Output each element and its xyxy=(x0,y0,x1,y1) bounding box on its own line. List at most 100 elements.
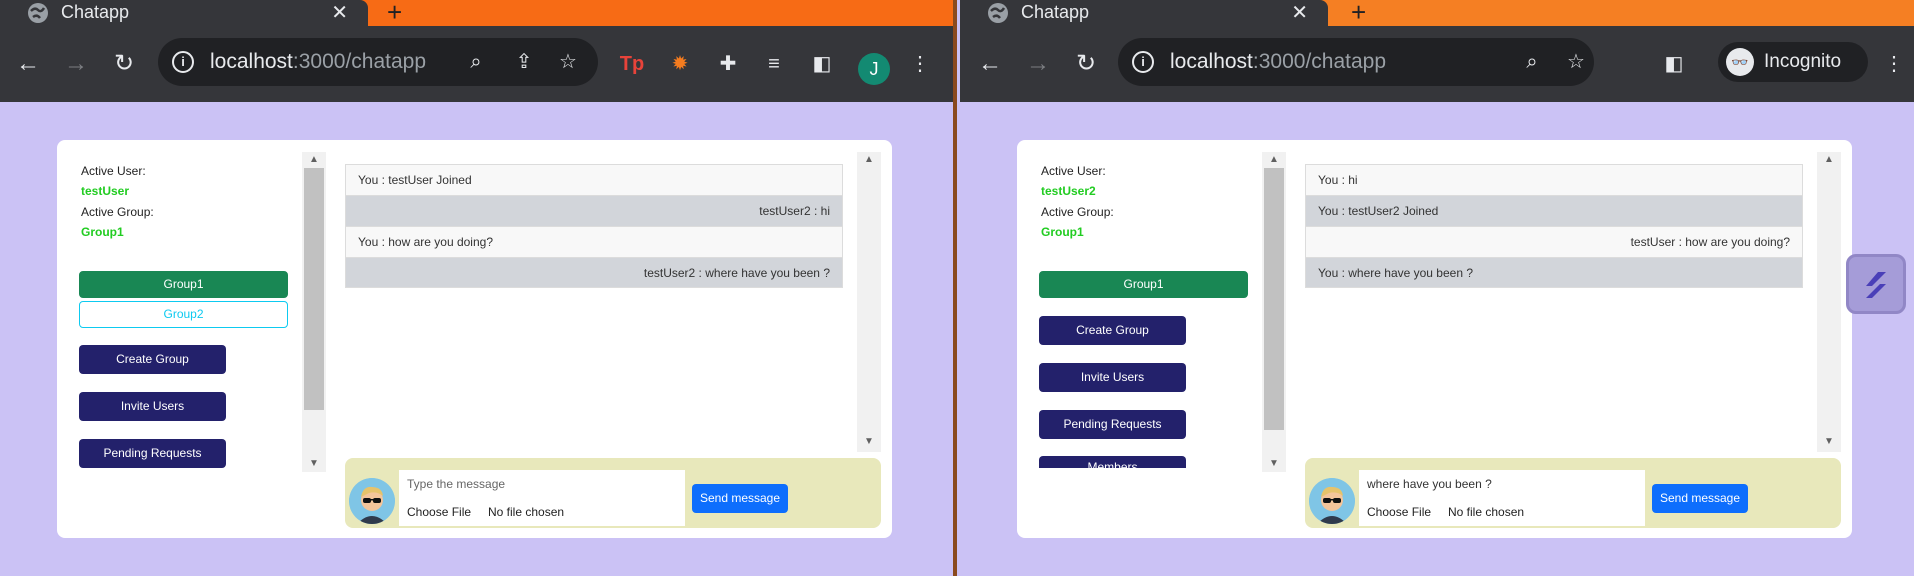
create-group-button[interactable]: Create Group xyxy=(79,345,226,374)
user-avatar xyxy=(1309,478,1355,524)
site-info-icon[interactable]: i xyxy=(1132,51,1154,73)
extension-tp-icon[interactable]: Tp xyxy=(618,50,646,78)
browser-window-left: Chatapp ✕ + ← → ↻ i localhost:3000/chata… xyxy=(0,0,955,576)
send-message-button[interactable]: Send message xyxy=(692,484,788,513)
close-tab-icon[interactable]: ✕ xyxy=(1291,0,1308,25)
send-message-button[interactable]: Send message xyxy=(1652,484,1748,513)
scroll-up-icon[interactable]: ▲ xyxy=(1817,154,1841,165)
new-tab-icon[interactable]: + xyxy=(387,0,402,25)
sidebar-scrollbar[interactable]: ▲ ▼ xyxy=(302,152,326,472)
file-status: No file chosen xyxy=(488,505,565,519)
browser-toolbar: ← → ↻ i localhost:3000/chatapp ⌕ ⇪ ☆ Tp … xyxy=(0,26,955,102)
side-panel-icon[interactable]: ◧ xyxy=(808,50,836,78)
pending-requests-button[interactable]: Pending Requests xyxy=(79,439,226,468)
tab-chatapp[interactable]: Chatapp ✕ xyxy=(0,0,368,26)
extension-logo-icon xyxy=(1866,272,1886,298)
sidebar-scrollbar[interactable]: ▲ ▼ xyxy=(1262,152,1286,472)
extension-orange-icon[interactable]: ✹ xyxy=(666,50,694,78)
file-status: No file chosen xyxy=(1448,505,1525,519)
active-user-label: Active User: xyxy=(81,164,146,178)
incognito-icon: 👓 xyxy=(1726,48,1754,76)
messages-scrollbar[interactable]: ▲ ▼ xyxy=(857,152,881,452)
reload-icon[interactable]: ↻ xyxy=(1072,50,1100,78)
message-item: You : testUser Joined xyxy=(345,164,843,195)
active-group-label: Active Group: xyxy=(1041,205,1114,219)
message-item: You : how are you doing? xyxy=(345,226,843,257)
file-input[interactable]: Choose File No file chosen xyxy=(1359,498,1645,526)
incognito-badge[interactable]: 👓 Incognito xyxy=(1718,42,1868,82)
address-url[interactable]: localhost:3000/chatapp xyxy=(1170,50,1386,74)
message-input[interactable] xyxy=(399,470,685,498)
tab-strip: Chatapp ✕ + xyxy=(960,0,1914,26)
forward-icon[interactable]: → xyxy=(1024,50,1052,78)
message-list: You : hi You : testUser2 Joined testUser… xyxy=(1305,164,1803,288)
zoom-icon[interactable]: ⌕ xyxy=(1520,50,1544,74)
back-icon[interactable]: ← xyxy=(976,50,1004,78)
group-button-group1[interactable]: Group1 xyxy=(79,271,288,298)
tab-chatapp[interactable]: Chatapp ✕ xyxy=(960,0,1328,26)
active-user-value: testUser xyxy=(81,184,130,198)
sidebar: Active User: testUser Active Group: Grou… xyxy=(69,152,288,480)
bookmark-star-icon[interactable]: ☆ xyxy=(556,50,580,74)
profile-avatar[interactable]: J xyxy=(858,53,890,85)
scroll-down-icon[interactable]: ▼ xyxy=(302,458,326,469)
site-info-icon[interactable]: i xyxy=(172,51,194,73)
scroll-up-icon[interactable]: ▲ xyxy=(857,154,881,165)
scroll-up-icon[interactable]: ▲ xyxy=(302,154,326,165)
sidebar: Active User: testUser2 Active Group: Gro… xyxy=(1029,152,1248,480)
more-menu-icon[interactable]: ⋮ xyxy=(1880,50,1908,78)
sidebar-clip: Members xyxy=(1029,448,1241,468)
forward-icon[interactable]: → xyxy=(62,50,90,78)
composer: Choose File No file chosen Send message xyxy=(345,458,881,528)
new-tab-icon[interactable]: + xyxy=(1351,0,1366,25)
side-panel-icon[interactable]: ◧ xyxy=(1660,50,1688,78)
tab-title: Chatapp xyxy=(61,2,130,22)
message-item: You : hi xyxy=(1305,164,1803,195)
scrollbar-thumb[interactable] xyxy=(304,168,324,410)
tab-title: Chatapp xyxy=(1021,2,1090,22)
reload-icon[interactable]: ↻ xyxy=(110,50,138,78)
share-icon[interactable]: ⇪ xyxy=(512,50,536,74)
more-menu-icon[interactable]: ⋮ xyxy=(906,50,934,78)
message-item: testUser2 : where have you been ? xyxy=(345,257,843,288)
message-input[interactable] xyxy=(1359,470,1645,498)
scroll-down-icon[interactable]: ▼ xyxy=(1817,436,1841,447)
pending-requests-button[interactable]: Pending Requests xyxy=(1039,410,1186,439)
address-bar[interactable]: i localhost:3000/chatapp ⌕ ☆ xyxy=(1118,38,1594,86)
zoom-icon[interactable]: ⌕ xyxy=(464,50,488,74)
file-input[interactable]: Choose File No file chosen xyxy=(399,498,685,526)
active-group-label: Active Group: xyxy=(81,205,154,219)
scrollbar-thumb[interactable] xyxy=(1264,168,1284,430)
group-button-group1[interactable]: Group1 xyxy=(1039,271,1248,298)
address-bar[interactable]: i localhost:3000/chatapp ⌕ ⇪ ☆ xyxy=(158,38,598,86)
active-group-value: Group1 xyxy=(81,225,124,239)
incognito-label: Incognito xyxy=(1764,51,1842,72)
scroll-up-icon[interactable]: ▲ xyxy=(1262,154,1286,165)
members-button[interactable]: Members xyxy=(1039,456,1186,468)
choose-file-button[interactable]: Choose File xyxy=(407,505,471,519)
media-control-icon[interactable]: ≡ xyxy=(760,50,788,78)
chat-card: Active User: testUser Active Group: Grou… xyxy=(57,140,892,538)
active-group-value: Group1 xyxy=(1041,225,1084,239)
user-avatar xyxy=(349,478,395,524)
back-icon[interactable]: ← xyxy=(14,50,42,78)
chat-card: Active User: testUser2 Active Group: Gro… xyxy=(1017,140,1852,538)
scroll-down-icon[interactable]: ▼ xyxy=(1262,458,1286,469)
floating-extension-button[interactable] xyxy=(1846,254,1906,314)
group-button-group2[interactable]: Group2 xyxy=(79,301,288,328)
create-group-button[interactable]: Create Group xyxy=(1039,316,1186,345)
messages-scrollbar[interactable]: ▲ ▼ xyxy=(1817,152,1841,452)
scroll-down-icon[interactable]: ▼ xyxy=(857,436,881,447)
window-divider xyxy=(953,0,957,576)
avatar-illustration xyxy=(349,478,395,524)
close-tab-icon[interactable]: ✕ xyxy=(331,0,348,25)
invite-users-button[interactable]: Invite Users xyxy=(1039,363,1186,392)
invite-users-button[interactable]: Invite Users xyxy=(79,392,226,421)
message-item: testUser : how are you doing? xyxy=(1305,226,1803,257)
bookmark-star-icon[interactable]: ☆ xyxy=(1564,50,1588,74)
message-item: You : where have you been ? xyxy=(1305,257,1803,288)
choose-file-button[interactable]: Choose File xyxy=(1367,505,1431,519)
address-url[interactable]: localhost:3000/chatapp xyxy=(210,50,426,74)
browser-window-right: Chatapp ✕ + ← → ↻ i localhost:3000/chata… xyxy=(960,0,1914,576)
extensions-puzzle-icon[interactable]: ✚ xyxy=(714,50,742,78)
